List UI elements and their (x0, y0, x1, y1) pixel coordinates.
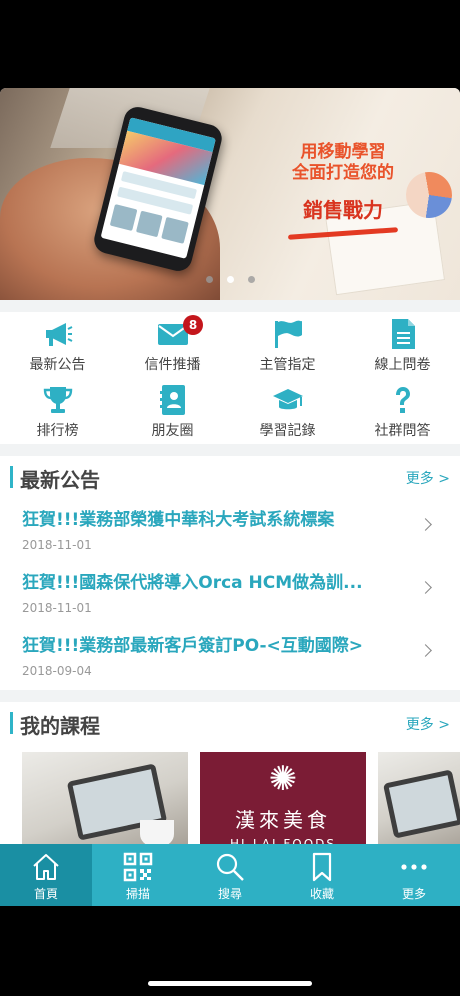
section-header: 我的課程 更多 > (0, 702, 460, 746)
carousel-dot[interactable] (205, 276, 213, 283)
menu-item-mail[interactable]: 8 信件推播 (115, 312, 230, 378)
contacts-icon (159, 385, 185, 415)
more-link[interactable]: 更多 > (406, 714, 450, 734)
menu-label: 主管指定 (259, 357, 316, 373)
document-icon (391, 319, 415, 349)
section-title: 最新公告 (20, 468, 100, 492)
more-dots-icon (401, 864, 427, 870)
course-thumbnail-image (382, 769, 460, 839)
announcement-item[interactable]: 狂賀!!!國森保代將導入Orca HCM做為訓... 2018-11-01 (0, 563, 460, 626)
more-link[interactable]: 更多 > (406, 468, 450, 488)
menu-label: 排行榜 (36, 423, 79, 439)
announcement-date: 2018-11-01 (22, 601, 92, 615)
promo-banner[interactable]: 用移動學習 全面打造您的 銷售戰力 (0, 88, 460, 300)
hilai-logo: ✺ (268, 759, 298, 799)
announcement-title: 狂賀!!!業務部最新客戶簽訂PO-<互動國際> (22, 636, 364, 656)
qr-code-icon (123, 852, 153, 882)
tab-bookmarks[interactable]: 收藏 (276, 844, 368, 906)
announcement-title: 狂賀!!!業務部榮獲中華科大考試系統標案 (22, 510, 335, 530)
unread-badge: 8 (183, 315, 203, 335)
menu-item-friends[interactable]: 朋友圈 (115, 378, 230, 444)
trophy-icon (43, 387, 72, 413)
menu-item-community-qa[interactable]: 社群問答 (345, 378, 460, 444)
search-icon (216, 853, 244, 881)
menu-item-survey[interactable]: 線上問卷 (345, 312, 460, 378)
banner-line-3: 銷售戰力 (303, 198, 383, 222)
menu-item-learning-record[interactable]: 學習記錄 (230, 378, 345, 444)
tab-label: 收藏 (309, 887, 334, 901)
menu-label: 線上問卷 (374, 357, 431, 373)
section-accent-bar (10, 466, 13, 488)
graduation-cap-icon (272, 389, 303, 410)
banner-line-2: 全面打造您的 (292, 163, 394, 183)
tab-home[interactable]: 首頁 (0, 844, 92, 906)
home-icon (33, 854, 59, 880)
tab-search[interactable]: 搜尋 (184, 844, 276, 906)
tab-label: 首頁 (33, 887, 58, 901)
menu-label: 學習記錄 (259, 423, 316, 439)
announcement-item[interactable]: 狂賀!!!業務部榮獲中華科大考試系統標案 2018-11-01 (0, 500, 460, 563)
course-brand-name: 漢來美食 (235, 808, 331, 832)
chevron-right-icon (419, 644, 432, 657)
menu-item-ranking[interactable]: 排行榜 (0, 378, 115, 444)
tab-label: 更多 (401, 887, 426, 901)
flag-icon (274, 320, 302, 348)
tab-label: 搜尋 (217, 887, 242, 901)
announcement-date: 2018-09-04 (22, 664, 92, 678)
app-screen: 用移動學習 全面打造您的 銷售戰力 最新公告 8 信件推播 主管指定 線上問卷 … (0, 88, 460, 906)
announcement-title: 狂賀!!!國森保代將導入Orca HCM做為訓... (22, 573, 363, 593)
banner-line-1: 用移動學習 (300, 142, 386, 162)
section-title: 我的課程 (20, 714, 100, 738)
menu-item-announcements[interactable]: 最新公告 (0, 312, 115, 378)
menu-label: 社群問答 (374, 423, 431, 439)
question-icon (395, 387, 410, 413)
tab-scan[interactable]: 掃描 (92, 844, 184, 906)
announcements-section: 最新公告 更多 > 狂賀!!!業務部榮獲中華科大考試系統標案 2018-11-0… (0, 456, 460, 690)
menu-label: 最新公告 (29, 357, 86, 373)
bookmark-icon (312, 852, 332, 882)
carousel-dot-active[interactable] (226, 276, 234, 283)
bottom-tab-bar: 首頁 掃描 搜尋 收藏 更多 (0, 844, 460, 906)
menu-label: 朋友圈 (151, 423, 194, 439)
carousel-dot[interactable] (247, 276, 255, 283)
carousel-indicator[interactable] (0, 276, 460, 283)
tab-label: 掃描 (125, 887, 150, 901)
announcement-item[interactable]: 狂賀!!!業務部最新客戶簽訂PO-<互動國際> 2018-09-04 (0, 626, 460, 689)
menu-label: 信件推播 (144, 357, 201, 373)
menu-item-assigned[interactable]: 主管指定 (230, 312, 345, 378)
tab-more[interactable]: 更多 (368, 844, 460, 906)
chevron-right-icon (419, 518, 432, 531)
banner-slogan: 用移動學習 全面打造您的 銷售戰力 (268, 142, 418, 221)
course-thumbnail-image (140, 820, 174, 846)
megaphone-icon (45, 323, 72, 346)
chevron-right-icon (419, 581, 432, 594)
announcement-date: 2018-11-01 (22, 538, 92, 552)
section-header: 最新公告 更多 > (0, 456, 460, 500)
home-indicator[interactable] (148, 981, 312, 986)
quick-menu: 最新公告 8 信件推播 主管指定 線上問卷 排行榜 朋友圈 學習記錄 社群問答 (0, 312, 460, 444)
section-accent-bar (10, 712, 13, 734)
